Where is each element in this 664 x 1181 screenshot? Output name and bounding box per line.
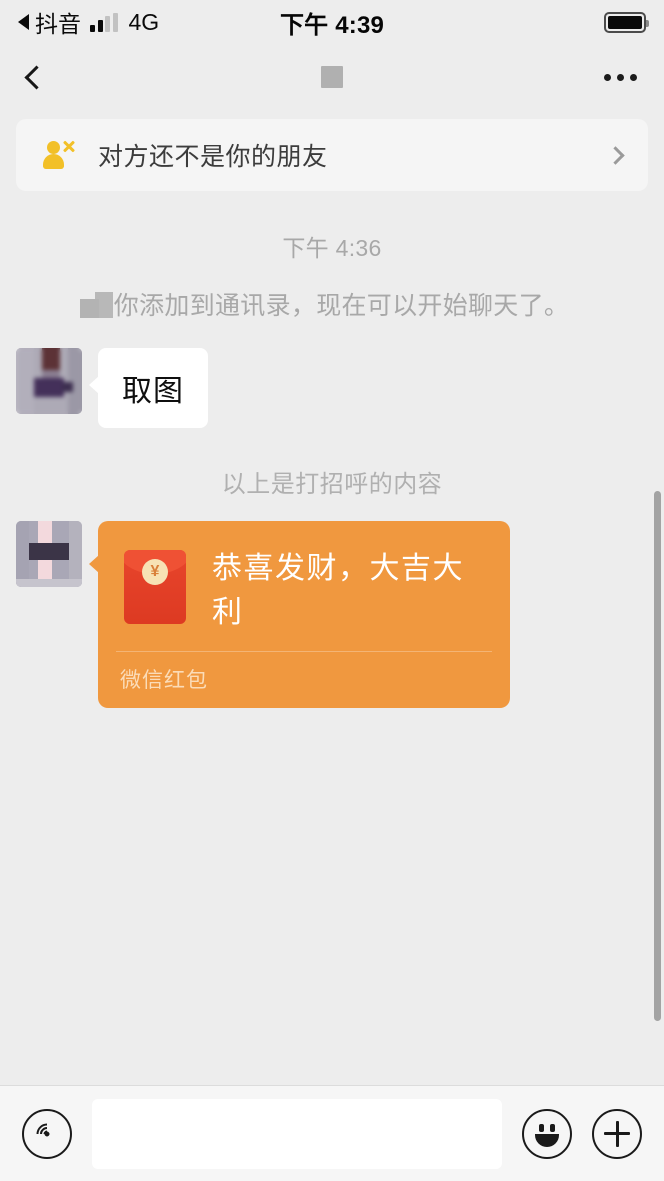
back-to-app-triangle-icon[interactable]: [18, 14, 29, 30]
system-message-text: 你添加到通讯录，现在可以开始聊天了。: [113, 292, 570, 320]
friend-notice-container: 对方还不是你的朋友: [0, 110, 664, 191]
greeting-note: 以上是打招呼的内容: [221, 471, 443, 498]
red-packet-footer-label: 微信红包: [120, 669, 208, 692]
chevron-left-icon: [24, 64, 49, 90]
navigation-bar: [0, 44, 664, 110]
more-options-button[interactable]: [598, 57, 642, 97]
message-input-field[interactable]: [92, 1098, 502, 1169]
message-input-bar: [0, 1085, 664, 1181]
red-packet-message[interactable]: ¥ 恭喜发财，大吉大利 微信红包: [98, 521, 510, 708]
more-horizontal-icon: [603, 73, 611, 81]
message-list[interactable]: 下午 4:36 你添加到通讯录，现在可以开始聊天了。 取图 以上是打招呼的内容: [0, 191, 664, 1085]
message-timestamp: 下午 4:36: [282, 235, 382, 261]
not-friend-notice-bar[interactable]: 对方还不是你的朋友: [16, 119, 648, 191]
avatar[interactable]: [16, 521, 82, 587]
red-packet-title: 恭喜发财，大吉大利: [212, 552, 464, 629]
avatar[interactable]: [16, 348, 82, 414]
message-row: 取图: [16, 348, 648, 428]
back-button[interactable]: [22, 55, 66, 99]
chat-screen: 抖音 4G 下午 4:39 对方还不是你的朋友 下午 4:36 你添加到通讯录，…: [0, 0, 664, 1181]
red-envelope-icon: ¥: [124, 550, 186, 624]
voice-wave-icon: [32, 1118, 62, 1149]
text-message-bubble[interactable]: 取图: [98, 348, 208, 428]
status-bar-left: 抖音 4G: [18, 5, 159, 39]
more-actions-button[interactable]: [592, 1108, 642, 1159]
plus-icon: [604, 1120, 630, 1147]
status-bar: 抖音 4G 下午 4:39: [0, 0, 664, 44]
red-packet-header: ¥ 恭喜发财，大吉大利: [98, 521, 510, 651]
yuan-symbol: ¥: [142, 559, 168, 586]
redacted-contact-name: [321, 66, 343, 88]
voice-input-button[interactable]: [22, 1108, 72, 1159]
not-friend-notice-label: 对方还不是你的朋友: [98, 143, 328, 171]
system-message: 你添加到通讯录，现在可以开始聊天了。: [42, 287, 622, 326]
smiley-icon: [524, 1109, 570, 1159]
person-remove-icon: [42, 138, 76, 172]
network-type-label: 4G: [128, 8, 160, 35]
page-title: [0, 66, 664, 88]
return-app-label[interactable]: 抖音: [35, 5, 81, 39]
emoji-button[interactable]: [522, 1108, 572, 1159]
status-bar-right: [604, 11, 649, 33]
redacted-block: [80, 299, 99, 318]
battery-icon: [604, 11, 649, 33]
signal-strength-icon: [90, 12, 118, 32]
chevron-right-icon[interactable]: [606, 145, 625, 165]
message-row: ¥ 恭喜发财，大吉大利 微信红包: [16, 521, 648, 708]
bubble-container: ¥ 恭喜发财，大吉大利 微信红包: [89, 521, 510, 708]
bubble-container: 取图: [89, 348, 208, 428]
vertical-scrollbar[interactable]: [654, 491, 661, 1021]
